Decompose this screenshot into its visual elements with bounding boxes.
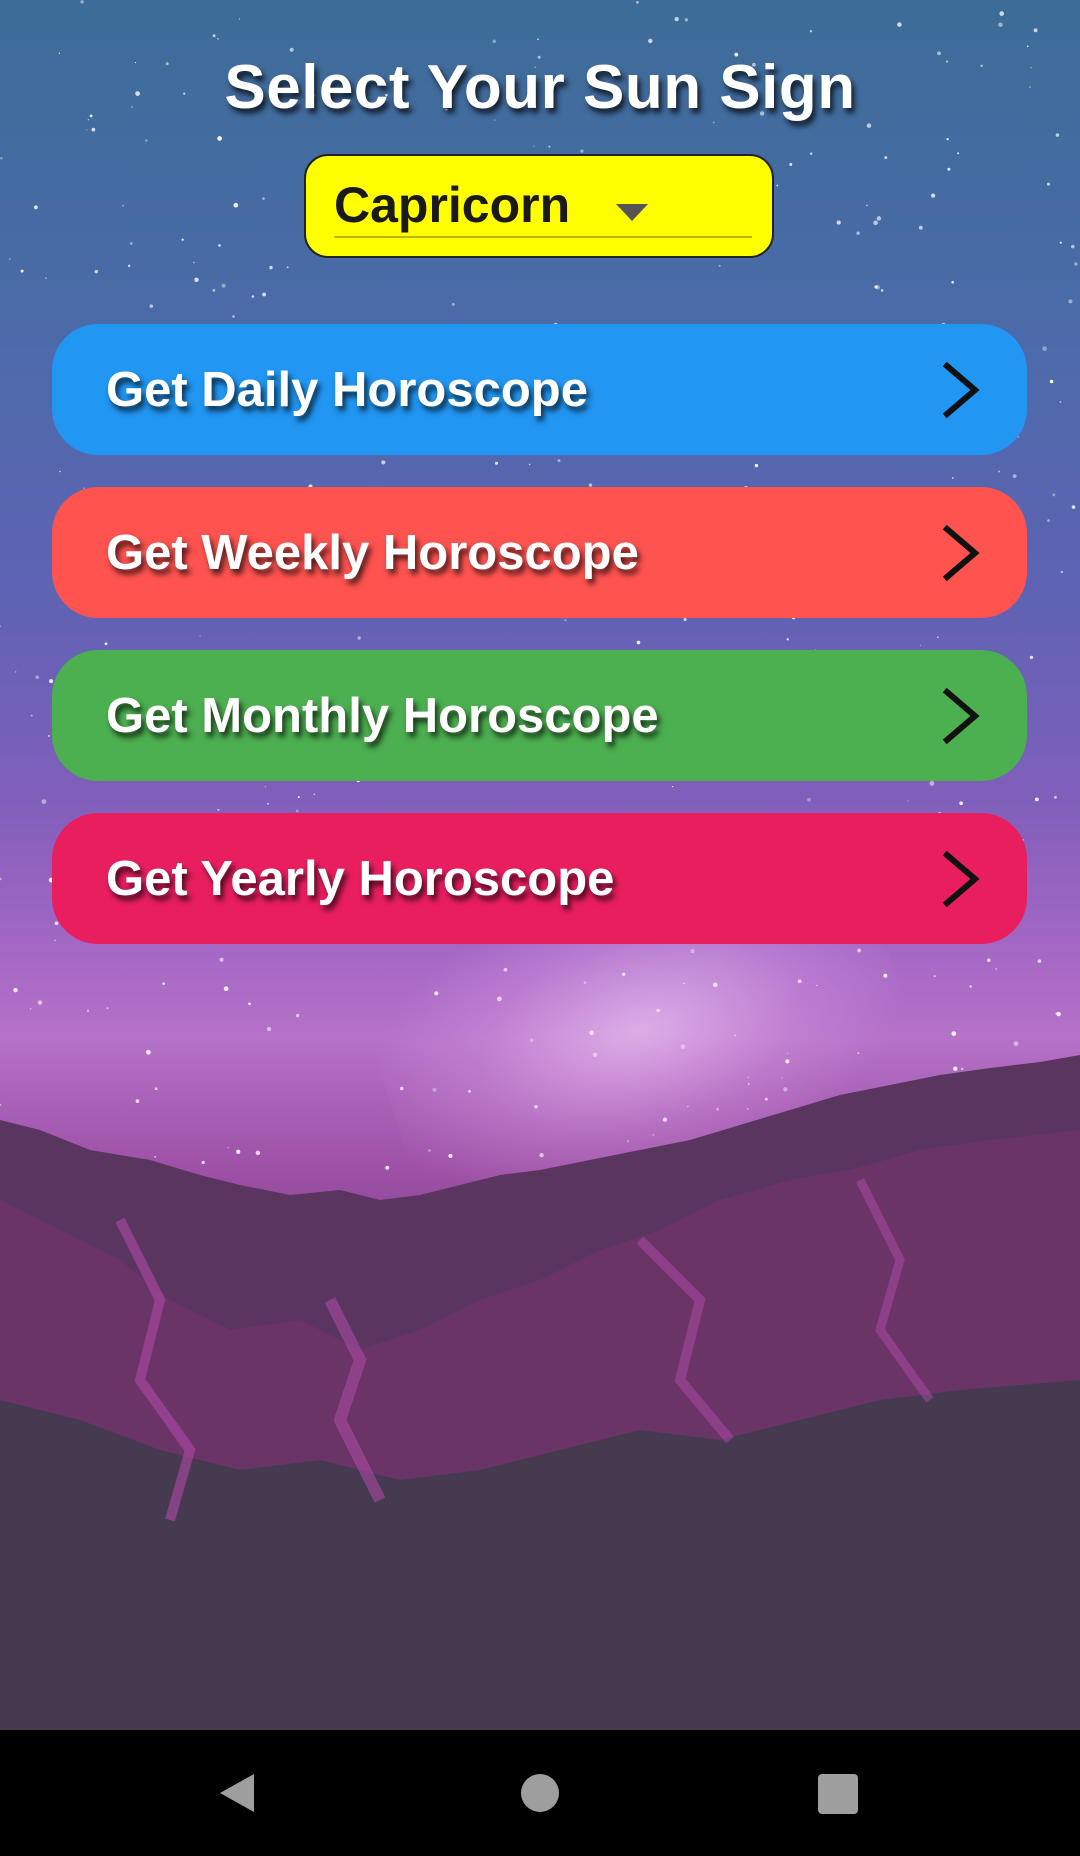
page-title: Select Your Sun Sign (224, 53, 856, 122)
chevron-right-icon (942, 525, 980, 581)
selected-sign-label: Capricorn (334, 177, 571, 233)
monthly-horoscope-button[interactable]: Get Monthly Horoscope (52, 650, 1027, 781)
app-screen: Select Your Sun Sign Capricorn Get Daily… (0, 0, 1080, 1730)
monthly-horoscope-label: Get Monthly Horoscope (106, 689, 659, 743)
yearly-horoscope-button[interactable]: Get Yearly Horoscope (52, 813, 1027, 944)
daily-horoscope-button[interactable]: Get Daily Horoscope (52, 324, 1027, 455)
recents-square-icon[interactable] (818, 1774, 858, 1814)
yearly-horoscope-label: Get Yearly Horoscope (106, 852, 615, 906)
weekly-horoscope-button[interactable]: Get Weekly Horoscope (52, 487, 1027, 618)
home-circle-icon[interactable] (521, 1774, 559, 1812)
chevron-right-icon (942, 851, 980, 907)
sun-sign-dropdown[interactable]: Capricorn (304, 154, 774, 258)
chevron-right-icon (942, 688, 980, 744)
dropdown-underline (334, 236, 752, 238)
system-navigation-bar (0, 1730, 1080, 1856)
dropdown-arrow-icon (616, 204, 648, 221)
weekly-horoscope-label: Get Weekly Horoscope (106, 526, 639, 580)
daily-horoscope-label: Get Daily Horoscope (106, 363, 588, 417)
chevron-right-icon (942, 362, 980, 418)
back-triangle-icon[interactable] (216, 1772, 258, 1814)
